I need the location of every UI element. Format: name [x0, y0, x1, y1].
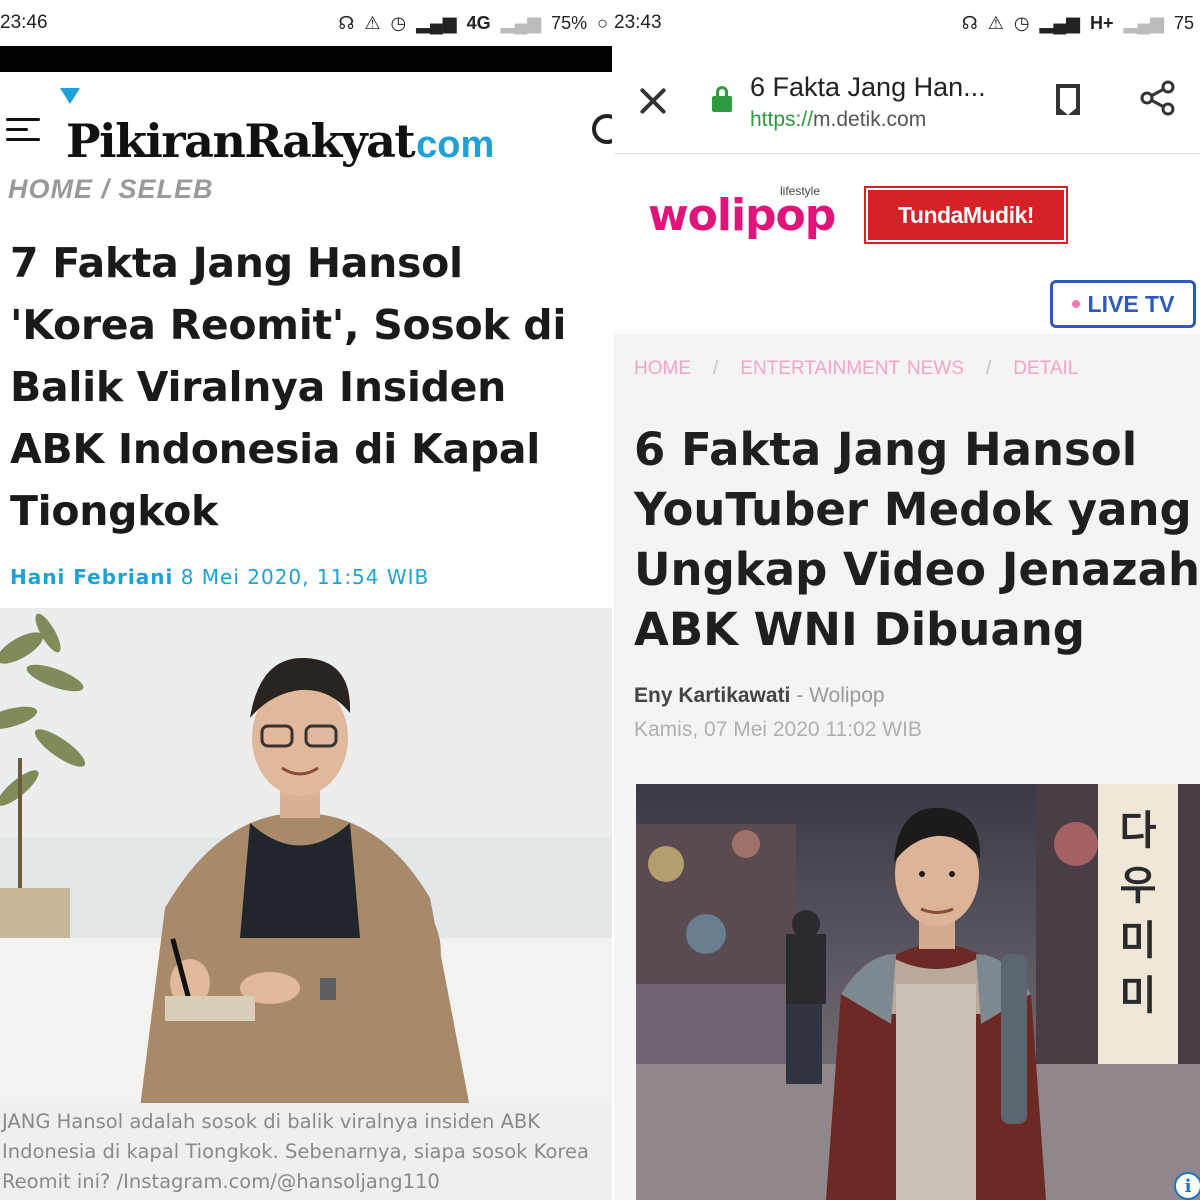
signal-icon-2: ▂▄▆ [500, 12, 542, 33]
menu-icon[interactable] [6, 118, 40, 144]
network-type: 4G [466, 12, 491, 33]
network-type: H+ [1090, 12, 1114, 33]
photo-caption: JANG Hansol adalah sosok di balik viraln… [0, 1103, 614, 1200]
article-title: 7 Fakta Jang Hansol 'Korea Reomit', Soso… [10, 239, 567, 535]
article-meta: Hani Febriani 8 Mei 2020, 11:54 WIB [10, 565, 429, 589]
svg-text:우: 우 [1120, 863, 1157, 909]
status-time: 23:46 [0, 12, 48, 33]
headphones-icon: ☊ [961, 12, 978, 33]
status-icons: ☊ ⚠ ◷ ▂▄▆ H+ ▂▄▆ 75 [962, 13, 1194, 34]
article-photo: 다 우 미 미 [636, 784, 1200, 1200]
signal-icon: ▂▄▆ [1039, 12, 1080, 33]
url-scheme: https:// [750, 108, 814, 131]
mute-bell-icon: ⚠ [364, 12, 381, 33]
pikiranrakyat-screenshot: 23:46 ☊ ⚠ ◷ ▂▄▆ 4G ▂▄▆ 75% ○ PikiranRaky… [0, 0, 614, 1200]
breadcrumb: HOME / ENTERTAINMENT NEWS / DETAIL [634, 358, 1079, 379]
logo-text: PikiranRakyat [66, 114, 416, 168]
status-bar: 23:46 ☊ ⚠ ◷ ▂▄▆ 4G ▂▄▆ 75% ○ [0, 0, 614, 46]
street-portrait-photo: 다 우 미 미 [636, 784, 1200, 1200]
signal-icon-2: ▂▄▆ [1123, 12, 1164, 33]
breadcrumb-section[interactable]: ENTERTAINMENT NEWS [740, 358, 964, 379]
signal-icon: ▂▄▆ [416, 12, 457, 33]
bookmark-icon[interactable] [1056, 84, 1080, 115]
svg-text:미: 미 [1120, 973, 1157, 1019]
svg-text:미: 미 [1120, 918, 1157, 964]
headphones-icon: ☊ [338, 12, 355, 33]
alarm-icon: ◷ [390, 12, 407, 33]
close-icon[interactable] [638, 86, 668, 116]
lock-icon [712, 86, 732, 112]
breadcrumb-home[interactable]: HOME [634, 358, 691, 379]
portrait-photo [0, 608, 614, 1103]
logo-suffix: com [416, 124, 495, 166]
browser-url[interactable]: https://m.detik.com [750, 108, 926, 132]
battery-icon: ○ [597, 12, 608, 33]
share-icon[interactable] [1140, 80, 1176, 116]
svg-text:다: 다 [1120, 808, 1157, 854]
campaign-badge[interactable]: TundaMudik! [864, 186, 1068, 244]
info-icon[interactable]: i [1174, 1172, 1200, 1200]
status-time: 23:43 [614, 12, 662, 33]
status-bar: 23:43 ☊ ⚠ ◷ ▂▄▆ H+ ▂▄▆ 75 [614, 0, 1200, 46]
article-date: Kamis, 07 Mei 2020 11:02 WIB [634, 718, 922, 741]
battery-level: 75% [551, 12, 588, 33]
breadcrumb[interactable]: HOME / SELEB [8, 174, 214, 205]
article-date: 8 Mei 2020, 11:54 WIB [180, 565, 430, 589]
article-author[interactable]: Eny Kartikawati [634, 684, 790, 707]
live-tv-label: LIVE TV [1087, 290, 1175, 317]
browser-page-title[interactable]: 6 Fakta Jang Han... [750, 72, 986, 103]
mute-bell-icon: ⚠ [987, 12, 1004, 33]
site-logo[interactable]: wolipop [648, 190, 836, 241]
live-dot-icon [1071, 300, 1080, 308]
search-icon[interactable] [592, 114, 614, 144]
battery-level: 75 [1173, 12, 1194, 33]
article-source: - Wolipop [796, 684, 885, 707]
alarm-icon: ◷ [1013, 12, 1030, 33]
url-host: m.detik.com [813, 108, 927, 131]
article-photo [0, 608, 614, 1103]
notification-shade-edge [0, 46, 614, 72]
detik-screenshot: 23:43 ☊ ⚠ ◷ ▂▄▆ H+ ▂▄▆ 75 6 Fakta Jang H… [614, 0, 1200, 1200]
article-byline: Eny Kartikawati - Wolipop [634, 684, 885, 708]
breadcrumb-current: DETAIL [1013, 358, 1079, 379]
status-icons: ☊ ⚠ ◷ ▂▄▆ 4G ▂▄▆ 75% ○ [338, 13, 608, 34]
live-tv-button[interactable]: LIVE TV [1050, 280, 1196, 328]
article-author[interactable]: Hani Febriani [10, 565, 173, 589]
site-logo[interactable]: PikiranRakyat com [60, 88, 495, 168]
article-title: 6 Fakta Jang Hansol YouTuber Medok yang … [634, 423, 1200, 656]
